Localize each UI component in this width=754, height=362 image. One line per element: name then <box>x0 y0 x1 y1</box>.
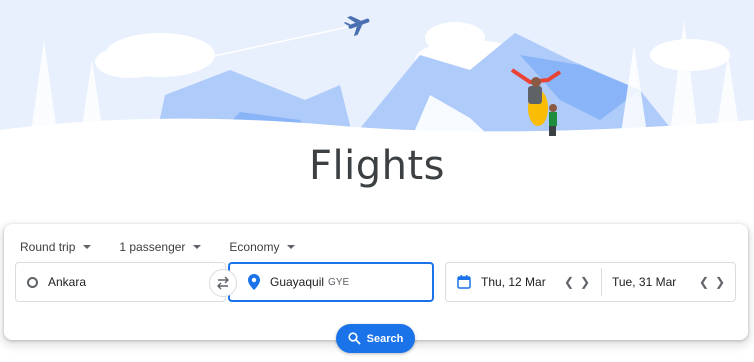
passengers-dropdown[interactable]: 1 passenger <box>115 238 205 256</box>
caret-down-icon <box>193 245 202 249</box>
dates-field: Thu, 12 Mar ❮ ❯ Tue, 31 Mar ❮ ❯ <box>445 262 736 302</box>
calendar-icon <box>457 275 471 289</box>
chevron-right-icon[interactable]: ❯ <box>577 275 593 289</box>
chevron-left-icon[interactable]: ❮ <box>561 275 577 289</box>
chevron-left-icon[interactable]: ❮ <box>696 275 712 289</box>
swap-arrows-icon <box>217 276 229 290</box>
caret-down-icon <box>83 245 92 249</box>
location-pin-icon <box>248 274 260 290</box>
departure-date-value: Thu, 12 Mar <box>481 275 546 289</box>
hero-illustration <box>0 0 754 165</box>
return-date-value: Tue, 31 Mar <box>612 275 677 289</box>
origin-circle-icon <box>27 276 38 288</box>
swap-button[interactable] <box>209 269 237 297</box>
return-date-field[interactable]: Tue, 31 Mar ❮ ❯ <box>602 263 732 301</box>
search-form: Round trip 1 passenger Economy Ankara Gu… <box>4 224 748 340</box>
cabin-class-dropdown[interactable]: Economy <box>225 238 299 256</box>
departure-date-field[interactable]: Thu, 12 Mar ❮ ❯ <box>446 263 601 301</box>
destination-field[interactable]: Guayaquil GYE <box>228 262 434 302</box>
page-title: Flights <box>309 143 445 189</box>
origin-field[interactable]: Ankara <box>15 262 226 302</box>
trip-options-bar: Round trip 1 passenger Economy <box>16 236 299 258</box>
passengers-label: 1 passenger <box>119 240 186 254</box>
destination-code: GYE <box>328 276 350 288</box>
cabin-class-label: Economy <box>229 240 280 254</box>
destination-value: Guayaquil <box>270 275 325 289</box>
trip-type-dropdown[interactable]: Round trip <box>16 238 95 256</box>
chevron-right-icon[interactable]: ❯ <box>712 275 728 289</box>
search-button-label: Search <box>366 332 404 345</box>
trip-type-label: Round trip <box>20 240 76 254</box>
search-icon <box>348 332 361 345</box>
search-button[interactable]: Search <box>336 324 415 353</box>
caret-down-icon <box>287 245 296 249</box>
origin-value: Ankara <box>48 275 87 289</box>
